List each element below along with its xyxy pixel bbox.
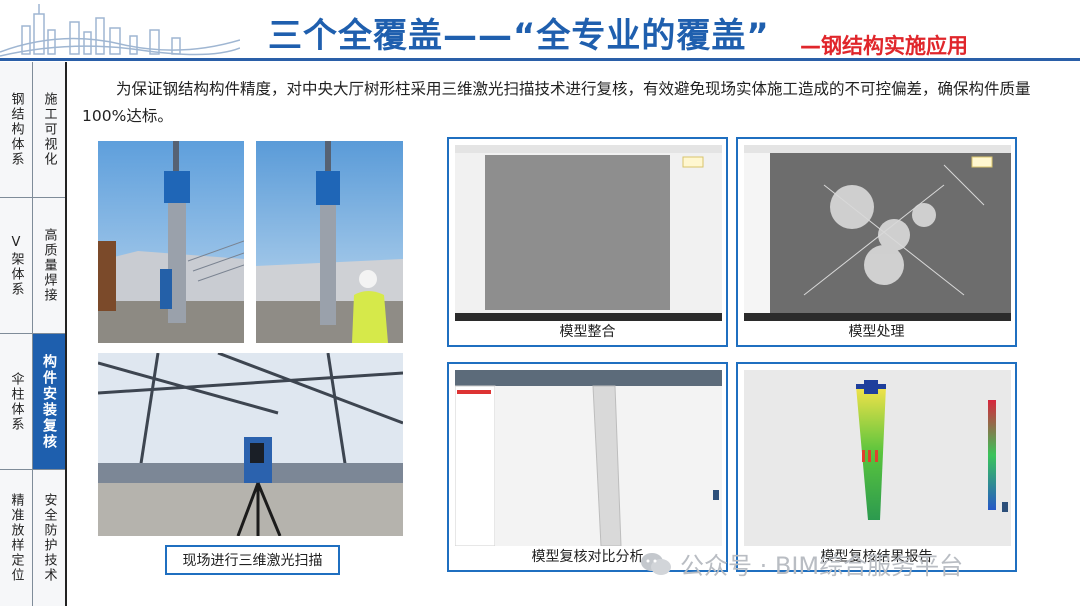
header-divider xyxy=(0,58,1080,61)
panel-caption: 模型处理 xyxy=(848,324,905,340)
site-photo-column-2 xyxy=(256,141,403,343)
intro-paragraph: 为保证钢结构构件精度，对中央大厅树形柱采用三维激光扫描技术进行复核，有效避免现场… xyxy=(82,80,1031,125)
watermark-text: 公众号 · BIM综合服务平台 xyxy=(680,552,964,580)
page-title: 三个全覆盖——“全专业的覆盖” xyxy=(268,16,770,56)
site-photo-column-1 xyxy=(98,141,244,343)
sidebar-category-v-frame[interactable]: V架体系 xyxy=(0,198,32,334)
sidebar-topic-welding[interactable]: 高质量焊接 xyxy=(33,198,65,334)
software-screenshot-heatmap xyxy=(744,370,1011,546)
sidebar-category-umbrella-column[interactable]: 伞柱体系 xyxy=(0,334,32,470)
page-subtitle: —钢结构实施应用 xyxy=(800,34,968,58)
sidebar-category-steel-structure[interactable]: 钢结构体系 xyxy=(0,62,32,198)
chat-bubble-icon xyxy=(641,552,671,575)
site-photo-laser-scanner xyxy=(98,353,403,536)
software-screenshot-pointcloud xyxy=(744,145,1011,321)
active-indicator-arrow xyxy=(33,393,40,405)
photo-caption: 现场进行三维激光扫描 xyxy=(165,545,340,575)
watermark: 公众号 · BIM综合服务平台 xyxy=(640,546,963,581)
panel-caption: 模型整合 xyxy=(559,324,616,340)
sidebar-topic-visualization[interactable]: 施工可视化 xyxy=(33,62,65,198)
sidebar-categories: 钢结构体系 V架体系 伞柱体系 精准放样定位 xyxy=(0,62,33,606)
city-skyline-logo xyxy=(0,4,240,57)
sidebar-category-positioning[interactable]: 精准放样定位 xyxy=(0,470,32,606)
sidebar-topics: 施工可视化 高质量焊接 构件安装复核 安全防护技术 xyxy=(33,62,67,606)
sidebar-topic-safety[interactable]: 安全防护技术 xyxy=(33,470,65,606)
panel-model-processing[interactable]: 模型处理 xyxy=(736,137,1017,347)
panel-model-report[interactable]: 模型复核结果报告 xyxy=(736,362,1017,572)
panel-model-integration[interactable]: 模型整合 xyxy=(447,137,728,347)
software-screenshot-comparison xyxy=(455,370,722,546)
software-screenshot-blank xyxy=(455,145,722,321)
panel-model-comparison[interactable]: 模型复核对比分析 xyxy=(447,362,728,572)
